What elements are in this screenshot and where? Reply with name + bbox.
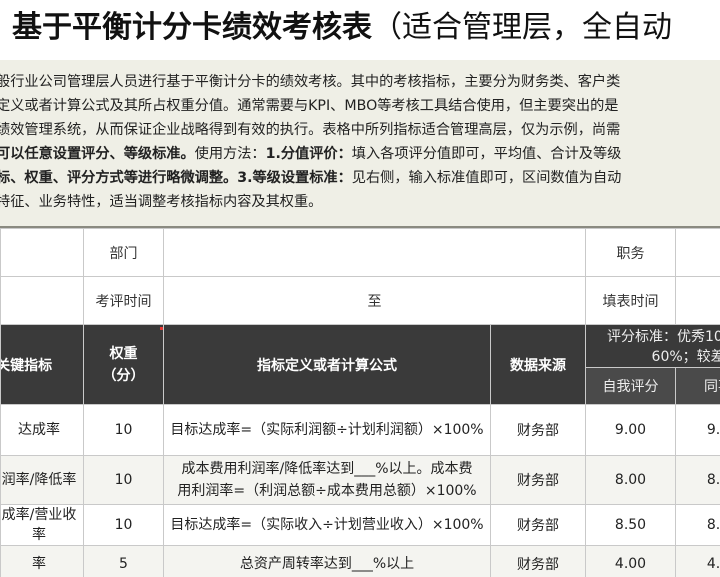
- desc-bold-adjust: 标、权重、评分方式等进行略微调整。: [0, 170, 238, 186]
- dept-label: 部门: [83, 228, 164, 277]
- table-row: 达成率 10 目标达成率=（实际利润额÷计划利润额）×100% 财务部 9.00…: [0, 404, 720, 456]
- table-row: 润率/降低率 10 成本费用利润率/降低率达到___%以上。成本费 用利润率=（利…: [0, 455, 720, 505]
- spreadsheet-sheet: 基于平衡计分卡绩效考核表（适合管理层，全自动 般行业公司管理层人员进行基于平衡计…: [0, 0, 720, 577]
- source-cell[interactable]: 财务部: [490, 455, 586, 505]
- page-title: 基于平衡计分卡绩效考核表（适合管理层，全自动: [12, 6, 672, 50]
- dept-value-cell[interactable]: [163, 228, 586, 277]
- desc-bold-step1: 1.分值评价：: [265, 146, 352, 162]
- fill-time-label: 填表时间: [585, 276, 676, 325]
- title-sub: （适合管理层，全自动: [372, 10, 672, 45]
- indicator-cell[interactable]: 成率/营业收率: [0, 504, 84, 546]
- weight-cell[interactable]: 10: [83, 404, 164, 456]
- desc-bold-settings: 可以任意设置评分、等级标准。: [0, 146, 195, 162]
- peer-score-cell[interactable]: 9.5: [675, 404, 720, 456]
- desc-line-2: 定义或者计算公式及其所占权重分值。通常需要与KPI、MBO等考核工具结合使用，但…: [0, 98, 619, 114]
- eval-time-label: 考评时间: [83, 276, 164, 325]
- cell-empty[interactable]: [0, 228, 84, 277]
- source-cell[interactable]: 财务部: [490, 545, 586, 577]
- desc-line-5: 标、权重、评分方式等进行略微调整。3.等级设置标准：见右侧，输入标准值即可，区间…: [0, 166, 621, 190]
- header-self-score: 自我评分: [585, 367, 676, 405]
- title-main: 基于平衡计分卡绩效考核表: [12, 10, 372, 45]
- weight-cell[interactable]: 10: [83, 504, 164, 546]
- formula-cell[interactable]: 总资产周转率达到___%以上: [163, 545, 491, 577]
- source-cell[interactable]: 财务部: [490, 504, 586, 546]
- eval-time-row: 考评时间 至 填表时间: [0, 276, 720, 325]
- formula-cell[interactable]: 成本费用利润率/降低率达到___%以上。成本费 用利润率=（利润总额÷成本费用总额…: [163, 455, 491, 505]
- header-source: 数据来源: [490, 324, 586, 405]
- desc-line-6: 特征、业务特性，适当调整考核指标内容及其权重。: [0, 194, 323, 210]
- header-peer-score: 同事: [675, 367, 720, 405]
- cell-empty[interactable]: [0, 276, 84, 325]
- header-weight: 权重 （分）: [83, 324, 164, 405]
- indicator-cell[interactable]: 润率/降低率: [0, 455, 84, 505]
- self-score-cell[interactable]: 8.50: [585, 504, 676, 546]
- peer-score-cell[interactable]: 8.0: [675, 455, 720, 505]
- header-row: /关键指标 权重（分） 指标定义或者计算公式 数据来源 评分标准：优秀100% …: [0, 324, 720, 405]
- desc-usage: 使用方法：: [194, 146, 266, 162]
- peer-score-cell[interactable]: 8.5: [675, 504, 720, 546]
- self-score-cell[interactable]: 9.00: [585, 404, 676, 456]
- formula-cell[interactable]: 目标达成率=（实际利润额÷计划利润额）×100%: [163, 404, 491, 456]
- dept-row: 部门 职务: [0, 228, 720, 277]
- self-score-cell[interactable]: 8.00: [585, 455, 676, 505]
- indicator-cell[interactable]: 达成率: [0, 404, 84, 456]
- header-indicator: /关键指标: [0, 324, 84, 405]
- comment-indicator-icon[interactable]: [160, 327, 163, 330]
- indicator-cell[interactable]: 率: [0, 545, 84, 577]
- desc-line-4: 可以任意设置评分、等级标准。使用方法：1.分值评价：填入各项评分值即可，平均值、…: [0, 142, 621, 166]
- peer-score-cell[interactable]: 4.0: [675, 545, 720, 577]
- desc-line-1: 般行业公司管理层人员进行基于平衡计分卡的绩效考核。其中的考核指标，主要分为财务类…: [0, 74, 621, 90]
- table-row: 成率/营业收率 10 目标达成率=（实际收入÷计划营业收入）×100% 财务部 …: [0, 504, 720, 546]
- formula-cell[interactable]: 目标达成率=（实际收入÷计划营业收入）×100%: [163, 504, 491, 546]
- description-panel[interactable]: 般行业公司管理层人员进行基于平衡计分卡的绩效考核。其中的考核指标，主要分为财务类…: [0, 60, 720, 228]
- fill-time-value-cell[interactable]: [675, 276, 720, 325]
- desc-line-3: 绩效管理系统，从而保证企业战略得到有效的执行。表格中所列指标适合管理高层，仅为示…: [0, 122, 621, 138]
- weight-cell[interactable]: 10: [83, 455, 164, 505]
- source-cell[interactable]: 财务部: [490, 404, 586, 456]
- desc-step3-text: 见右侧，输入标准值即可，区间数值为自动: [351, 170, 622, 186]
- to-label[interactable]: 至: [163, 276, 586, 325]
- header-formula: 指标定义或者计算公式: [163, 324, 491, 405]
- desc-step1-text: 填入各项评分值即可，平均值、合计及等级: [351, 146, 622, 162]
- desc-bold-step3: 3.等级设置标准：: [237, 170, 352, 186]
- weight-cell[interactable]: 5: [83, 545, 164, 577]
- position-label: 职务: [585, 228, 676, 277]
- self-score-cell[interactable]: 4.00: [585, 545, 676, 577]
- position-value-cell[interactable]: [675, 228, 720, 277]
- score-standard-header: 评分标准：优秀100% 60%；较差40: [585, 324, 720, 368]
- assessment-table: 部门 职务 考评时间 至 填表时间 /关键指标 权重（分） 指标定义或者计算公式…: [0, 228, 720, 577]
- table-row: 率 5 总资产周转率达到___%以上 财务部 4.00 4.0: [0, 545, 720, 577]
